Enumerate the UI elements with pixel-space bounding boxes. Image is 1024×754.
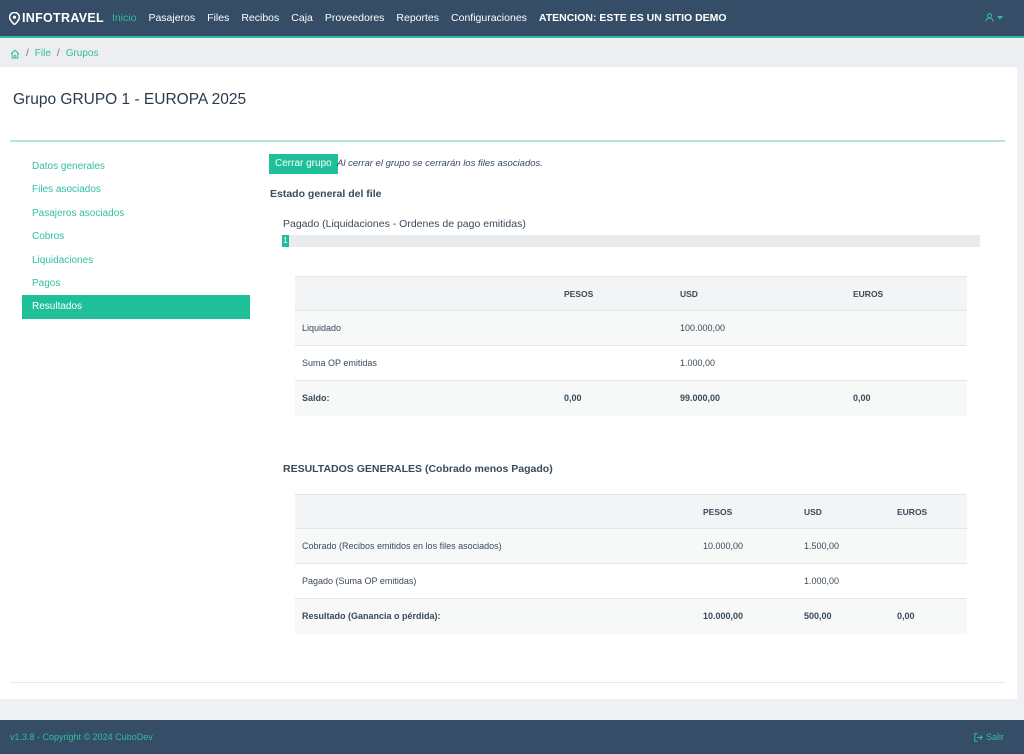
table-cell: 10.000,00 [696, 528, 797, 564]
progress-fill: 1 [282, 235, 289, 247]
logout-label: Salir [985, 732, 1004, 742]
estado-heading: Estado general del file [270, 188, 382, 200]
table-cell [557, 345, 673, 381]
close-group-note: Al cerrar el grupo se cerrarán los files… [337, 158, 543, 169]
nav-item-pasajeros[interactable]: Pasajeros [148, 12, 195, 24]
column-header [295, 494, 696, 529]
table-header-row: PESOS USD EUROS [295, 276, 967, 311]
table-cell: 1.000,00 [797, 563, 890, 599]
caret-down-icon [997, 15, 1003, 19]
column-header-usd: USD [673, 276, 846, 311]
column-header [295, 276, 557, 311]
table-cell: 500,00 [797, 598, 890, 634]
table-row: Cobrado (Recibos emitidos en los files a… [295, 528, 967, 564]
breadcrumb: / File / Grupos [0, 40, 1024, 67]
side-menu: Datos generales Files asociados Pasajero… [22, 155, 250, 319]
nav-item-caja[interactable]: Caja [291, 12, 313, 24]
table-cell [890, 563, 967, 599]
nav-item-recibos[interactable]: Recibos [241, 12, 279, 24]
estado-table: PESOS USD EUROS Liquidado 100.000,00 Sum… [295, 276, 967, 416]
table-cell: 0,00 [557, 380, 673, 416]
side-item-pagos[interactable]: Pagos [22, 272, 250, 295]
brand-logo[interactable]: INFOTRAVEL [9, 11, 104, 25]
table-cell: 0,00 [846, 380, 967, 416]
side-item-resultados[interactable]: Resultados [22, 295, 250, 319]
footer-copyright: v1.3.8 - Copyright © 2024 CuboDev [10, 732, 153, 742]
demo-warning: ATENCION: ESTE ES UN SITIO DEMO [538, 12, 727, 24]
map-pin-icon [9, 11, 20, 25]
table-cell: Saldo: [295, 380, 557, 416]
table-row: Liquidado 100.000,00 [295, 310, 967, 346]
side-item-cobros[interactable]: Cobros [22, 225, 250, 248]
nav-item-files[interactable]: Files [207, 12, 229, 24]
user-icon [985, 13, 994, 22]
table-cell: Resultado (Ganancia o pérdida): [295, 598, 696, 634]
table-cell: 100.000,00 [673, 310, 846, 346]
column-header-usd: USD [797, 494, 890, 529]
table-cell [890, 528, 967, 564]
close-group-button[interactable]: Cerrar grupo [269, 154, 338, 174]
table-cell: 1.000,00 [673, 345, 846, 381]
column-header-pesos: PESOS [557, 276, 673, 311]
card-bottom-divider [10, 682, 1005, 683]
column-header-pesos: PESOS [696, 494, 797, 529]
table-cell: 1.500,00 [797, 528, 890, 564]
main-card: Grupo GRUPO 1 - EUROPA 2025 Datos genera… [0, 67, 1017, 699]
table-cell [846, 310, 967, 346]
logout-link[interactable]: Salir [974, 732, 1004, 742]
column-header-euros: EUROS [846, 276, 967, 311]
side-item-files-asociados[interactable]: Files asociados [22, 178, 250, 201]
table-cell: 10.000,00 [696, 598, 797, 634]
breadcrumb-grupos[interactable]: Grupos [66, 48, 99, 59]
progress-label: Pagado (Liquidaciones - Ordenes de pago … [283, 218, 526, 230]
user-menu[interactable] [985, 13, 1006, 22]
table-cell: Cobrado (Recibos emitidos en los files a… [295, 528, 696, 564]
brand-name: INFOTRAVEL [22, 11, 104, 25]
sign-out-icon [974, 732, 983, 742]
payment-progress-bar: 1 [282, 235, 980, 247]
side-item-datos-generales[interactable]: Datos generales [22, 155, 250, 178]
nav-item-reportes[interactable]: Reportes [396, 12, 439, 24]
table-row: Pagado (Suma OP emitidas) 1.000,00 [295, 563, 967, 599]
breadcrumb-separator: / [56, 48, 60, 59]
nav-item-proveedores[interactable]: Proveedores [325, 12, 385, 24]
table-cell: Liquidado [295, 310, 557, 346]
table-row: Resultado (Ganancia o pérdida): 10.000,0… [295, 598, 967, 634]
table-cell: 99.000,00 [673, 380, 846, 416]
table-header-row: PESOS USD EUROS [295, 494, 967, 529]
side-item-liquidaciones[interactable]: Liquidaciones [22, 249, 250, 272]
nav-item-inicio[interactable]: Inicio [112, 12, 137, 24]
breadcrumb-file[interactable]: File [35, 48, 51, 59]
table-cell [696, 563, 797, 599]
page-title: Grupo GRUPO 1 - EUROPA 2025 [13, 91, 247, 108]
resultados-heading: RESULTADOS GENERALES (Cobrado menos Paga… [283, 463, 553, 475]
nav-item-configuraciones[interactable]: Configuraciones [451, 12, 527, 24]
table-cell [846, 345, 967, 381]
column-header-euros: EUROS [890, 494, 967, 529]
resultados-table: PESOS USD EUROS Cobrado (Recibos emitido… [295, 494, 967, 634]
breadcrumb-separator: / [26, 48, 29, 59]
top-navbar: INFOTRAVEL Inicio Pasajeros Files Recibo… [0, 0, 1024, 38]
table-cell: Pagado (Suma OP emitidas) [295, 563, 696, 599]
table-cell: 0,00 [890, 598, 967, 634]
table-cell: Suma OP emitidas [295, 345, 557, 381]
title-divider [10, 140, 1005, 142]
table-row: Saldo: 0,00 99.000,00 0,00 [295, 380, 967, 416]
home-icon[interactable] [10, 49, 20, 59]
footer: v1.3.8 - Copyright © 2024 CuboDev Salir [0, 720, 1024, 754]
main-nav: Inicio Pasajeros Files Recibos Caja Prov… [112, 12, 739, 24]
side-item-pasajeros-asociados[interactable]: Pasajeros asociados [22, 202, 250, 225]
table-cell [557, 310, 673, 346]
table-row: Suma OP emitidas 1.000,00 [295, 345, 967, 381]
